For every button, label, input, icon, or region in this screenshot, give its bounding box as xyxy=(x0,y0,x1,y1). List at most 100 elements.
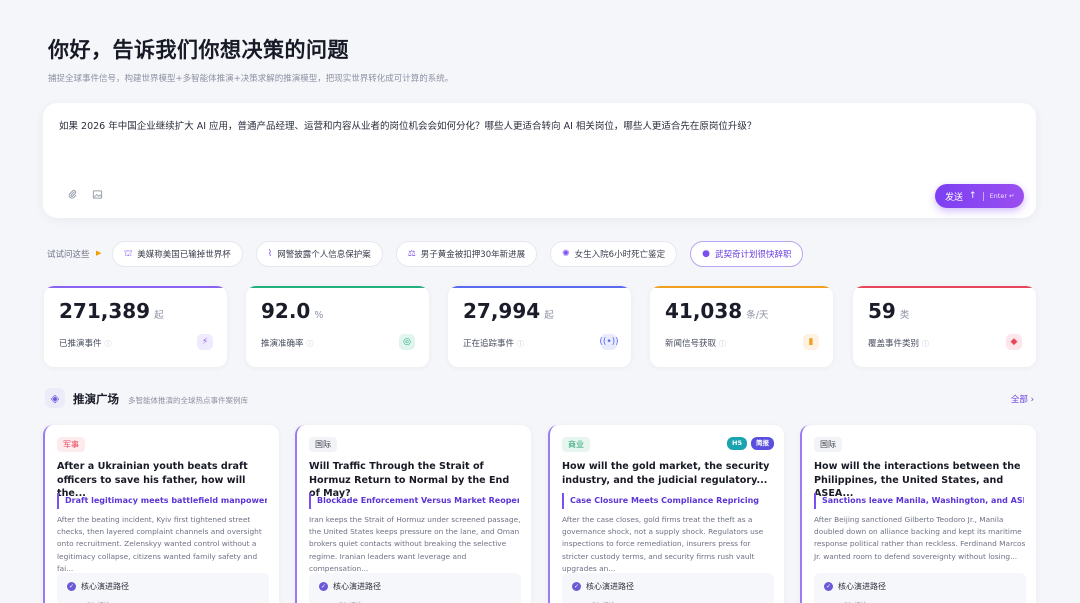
info-icon[interactable]: ⓘ xyxy=(719,340,726,348)
play-arrow-icon: ▶ xyxy=(96,249,102,257)
info-icon[interactable]: ⓘ xyxy=(105,340,112,348)
layers-icon: ◈ xyxy=(45,388,65,408)
suggestion-chip[interactable]: ✺ 女生入院6小时死亡鉴定 xyxy=(550,241,678,267)
case-card[interactable]: 军事 After a Ukrainian youth beats draft of… xyxy=(43,425,279,603)
suggestion-chip[interactable]: ● 武契奇计划很快辞职 xyxy=(690,241,804,267)
card-description: After the beating incident, Kyiv first t… xyxy=(57,515,262,573)
category-tag: 国际 xyxy=(309,437,337,452)
stat-number: 27,994 xyxy=(463,299,541,323)
question-text[interactable]: 如果 2026 年中国企业继续扩大 AI 应用，普通产品经理、运营和内容从业者的… xyxy=(59,118,756,132)
chip-label: 武契奇计划很快辞职 xyxy=(714,250,792,260)
send-button[interactable]: 发送 ↑ Enter ↵ xyxy=(935,184,1024,208)
badge-label: H5 xyxy=(732,439,742,447)
bar-chart-icon: ▮ xyxy=(803,334,819,350)
building-icon: ⛫ xyxy=(124,248,133,259)
section-title: 推演广场 xyxy=(73,392,119,406)
category-tag: 军事 xyxy=(57,437,85,452)
question-input-box[interactable]: 如果 2026 年中国企业继续扩大 AI 应用，普通产品经理、运营和内容从业者的… xyxy=(43,103,1036,218)
stat-label: 已推演事件 ⓘ xyxy=(59,337,112,349)
stat-card: 27,994 起正在追踪事件 ⓘ ((•)) xyxy=(448,286,631,367)
send-label: 发送 xyxy=(945,192,964,203)
stat-card: 271,389 起已推演事件 ⓘ ⚡ xyxy=(44,286,227,367)
chevron-right-icon: › xyxy=(1030,395,1034,405)
path-step: P1 初始 xyxy=(844,599,867,603)
stat-card: 59 类覆盖事件类别 ⓘ ◆ xyxy=(853,286,1036,367)
stat-value: 27,994 起 xyxy=(463,299,554,323)
stat-label: 覆盖事件类别 ⓘ xyxy=(868,337,929,349)
send-shortcut-hint: Enter ↵ xyxy=(989,192,1015,200)
stat-unit: % xyxy=(314,310,324,321)
stat-accent-bar xyxy=(650,286,833,288)
category-tag: 国际 xyxy=(814,437,842,452)
card-highlight: Blockade Enforcement Versus Market Reope… xyxy=(309,493,519,509)
check-icon: ✓ xyxy=(824,582,833,591)
card-highlight: Draft legitimacy meets battlefield manpo… xyxy=(57,493,267,509)
stat-unit: 条/天 xyxy=(746,310,769,321)
attachment-icon[interactable] xyxy=(65,189,79,203)
info-icon[interactable]: ⓘ xyxy=(307,340,314,348)
check-icon: ✓ xyxy=(319,582,328,591)
evolution-path[interactable]: ✓ 核心演进路径 P1 初始 xyxy=(57,573,269,603)
scale-icon: ⚖ xyxy=(407,249,416,259)
stat-unit: 起 xyxy=(154,310,164,321)
arrow-up-icon: ↑ xyxy=(969,191,977,201)
path-step: P1 初始 xyxy=(87,599,110,603)
layers-icon: ◆ xyxy=(1006,334,1022,350)
stat-unit: 类 xyxy=(899,310,910,321)
stat-value: 92.0% xyxy=(261,299,323,323)
stat-label: 新闻信号获取 ⓘ xyxy=(665,337,726,349)
format-badge[interactable]: H5 xyxy=(727,437,747,450)
path-title: 核心演进路径 xyxy=(586,582,634,591)
star-icon: ✺ xyxy=(562,249,570,259)
stat-label-text: 覆盖事件类别 xyxy=(868,339,920,349)
case-card[interactable]: 商业 H5 简报 How will the gold market, the secu… xyxy=(548,425,784,603)
stat-accent-bar xyxy=(246,286,429,288)
path-title: 核心演进路径 xyxy=(81,582,129,591)
suggestion-chip[interactable]: ⛫ 美媒称美国已输掉世界杯 xyxy=(112,241,243,267)
signal-icon: ((•)) xyxy=(599,334,619,350)
stat-number: 41,038 xyxy=(665,299,743,323)
stat-accent-bar xyxy=(448,286,631,288)
path-step: P1 初始 xyxy=(592,599,615,603)
stat-label-text: 正在追踪事件 xyxy=(463,339,515,349)
case-card[interactable]: 国际 How will the interactions between the … xyxy=(800,425,1036,603)
card-title[interactable]: How will the gold market, the security i… xyxy=(562,460,774,487)
suggestion-chips: ⛫ 美媒称美国已输掉世界杯 ⌇ 网警披露个人信息保护案 ⚖ 男子黄金被扣押30年新进展 ✺ 女… xyxy=(112,241,804,267)
card-description: Iran keeps the Strait of Hormuz under sc… xyxy=(309,515,521,573)
target-icon: ◎ xyxy=(399,334,415,350)
chip-label: 男子黄金被扣押30年新进展 xyxy=(420,250,526,260)
suggestion-chip[interactable]: ⌇ 网警披露个人信息保护案 xyxy=(255,241,383,267)
stat-card: 41,038 条/天新闻信号获取 ⓘ ▮ xyxy=(650,286,833,367)
chip-label: 网警披露个人信息保护案 xyxy=(277,250,371,260)
stat-label: 推演准确率 ⓘ xyxy=(261,337,314,349)
stat-label-text: 已推演事件 xyxy=(59,339,102,349)
stat-value: 59 类 xyxy=(868,299,909,323)
stat-label: 正在追踪事件 ⓘ xyxy=(463,337,524,349)
divider xyxy=(982,191,984,201)
chip-label: 女生入院6小时死亡鉴定 xyxy=(574,250,666,260)
page-subtitle: 捕捉全球事件信号，构建世界模型+多智能体推演+决策求解的推演模型，把现实世界转化… xyxy=(48,74,454,84)
format-badge[interactable]: 简报 xyxy=(751,437,774,450)
path-title: 核心演进路径 xyxy=(838,582,886,591)
stat-unit: 起 xyxy=(544,310,554,321)
stat-value: 41,038 条/天 xyxy=(665,299,768,323)
stat-label-text: 推演准确率 xyxy=(261,339,304,349)
evolution-path[interactable]: ✓ 核心演进路径 P1 初始 xyxy=(309,573,521,603)
try-label: 试试问这些 xyxy=(47,250,90,260)
stat-card: 92.0% 推演准确率 ⓘ ◎ xyxy=(246,286,429,367)
suggestion-chip[interactable]: ⚖ 男子黄金被扣押30年新进展 xyxy=(395,241,538,267)
path-step: P1 初始 xyxy=(339,599,362,603)
card-description: After the case closes, gold firms treat … xyxy=(562,515,764,573)
info-icon[interactable]: ⓘ xyxy=(922,340,929,348)
info-icon[interactable]: ⓘ xyxy=(517,340,524,348)
evolution-path[interactable]: ✓ 核心演进路径 P1 初始 xyxy=(814,573,1026,603)
stat-number: 92.0 xyxy=(261,299,311,323)
evolution-path[interactable]: ✓ 核心演进路径 P1 初始 xyxy=(562,573,774,603)
image-upload-icon[interactable] xyxy=(90,189,104,203)
case-card[interactable]: 国际 Will Traffic Through the Strait of Hor… xyxy=(295,425,531,603)
signal-icon: ⌇ xyxy=(267,249,273,259)
stat-value: 271,389 起 xyxy=(59,299,164,323)
check-icon: ✓ xyxy=(572,582,581,591)
view-all-link[interactable]: 全部 › xyxy=(1011,393,1034,405)
path-title: 核心演进路径 xyxy=(333,582,381,591)
